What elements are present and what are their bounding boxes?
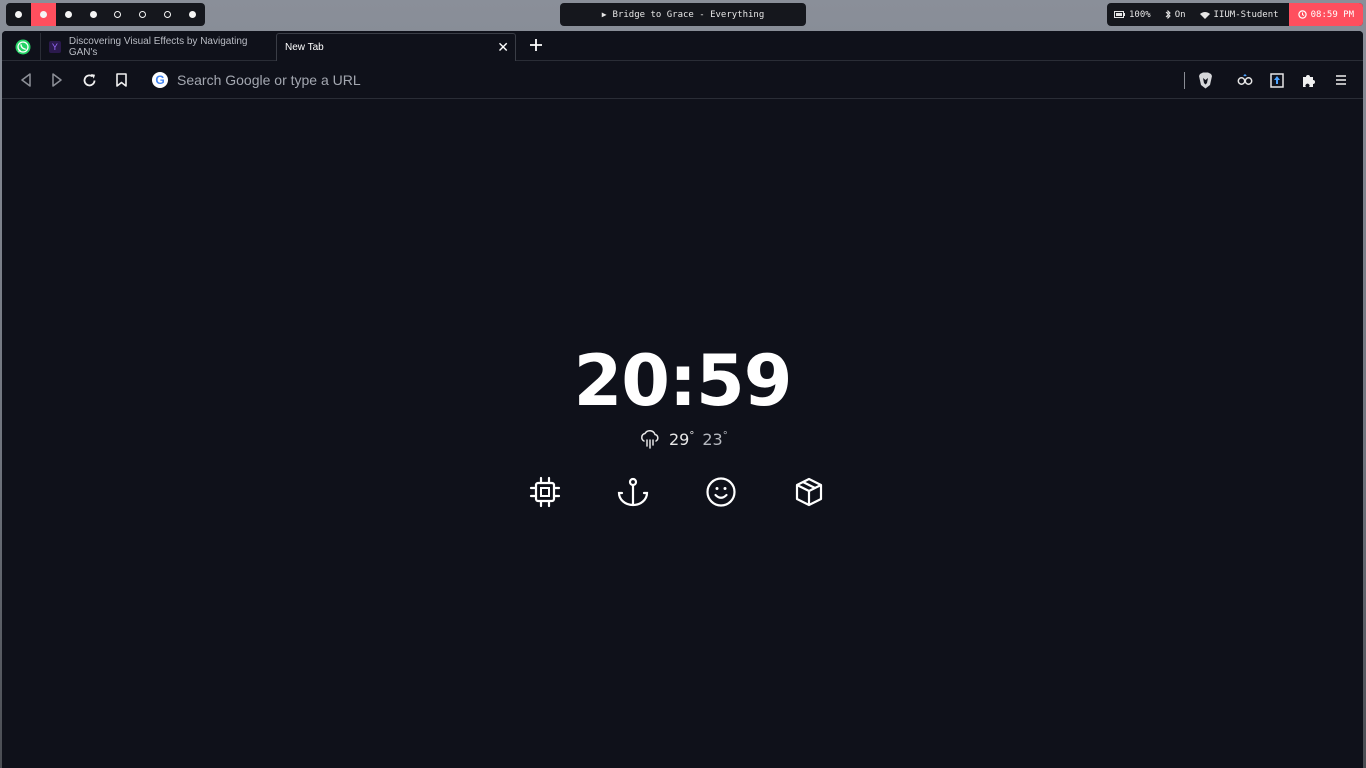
reload-button[interactable] bbox=[79, 70, 99, 90]
clock-icon bbox=[1297, 10, 1307, 19]
whatsapp-icon bbox=[15, 39, 31, 54]
shortcut-row bbox=[529, 476, 825, 508]
forward-icon bbox=[52, 73, 62, 87]
extension-1-button[interactable] bbox=[1235, 70, 1255, 90]
weather-widget: 29° 23° bbox=[639, 429, 728, 449]
gan-favicon: Y bbox=[49, 40, 61, 53]
extension-2-icon bbox=[1270, 72, 1284, 88]
rain-cloud-icon bbox=[641, 429, 659, 449]
status-tray: 100% On IIUM-Student 08:59 PM bbox=[1107, 3, 1363, 26]
workspace-dot bbox=[164, 11, 172, 18]
play-icon[interactable]: ▶ bbox=[602, 10, 607, 19]
tab-title: New Tab bbox=[285, 42, 324, 53]
browser-window: Y Discovering Visual Effects by Navigati… bbox=[2, 31, 1363, 768]
puzzle-icon bbox=[1302, 74, 1315, 87]
wifi-label: IIUM-Student bbox=[1213, 9, 1279, 20]
shortcut-package[interactable] bbox=[793, 476, 825, 508]
smiley-icon bbox=[706, 477, 736, 507]
workspace-dot bbox=[14, 11, 22, 18]
shortcut-anchor[interactable] bbox=[617, 476, 649, 508]
wifi-icon bbox=[1199, 11, 1210, 19]
tab-whatsapp[interactable] bbox=[8, 33, 38, 60]
brave-shield-icon bbox=[1198, 72, 1212, 88]
clock-label: 08:59 PM bbox=[1310, 9, 1354, 20]
newtab-clock: 20:59 bbox=[573, 340, 793, 422]
omnibox-input[interactable] bbox=[177, 72, 777, 88]
battery-icon bbox=[1114, 11, 1125, 18]
anchor-icon bbox=[617, 477, 649, 507]
workspace-8[interactable] bbox=[180, 3, 205, 26]
cpu-icon bbox=[529, 476, 561, 508]
google-icon: G bbox=[152, 72, 168, 88]
plus-icon bbox=[530, 39, 542, 51]
extensions-button[interactable] bbox=[1299, 70, 1319, 90]
workspace-switcher bbox=[6, 3, 205, 26]
shortcut-smiley[interactable] bbox=[705, 476, 737, 508]
weather-low: 23 bbox=[702, 429, 723, 449]
forward-button[interactable] bbox=[47, 70, 67, 90]
workspace-2[interactable] bbox=[30, 3, 56, 26]
back-icon bbox=[21, 73, 31, 87]
brave-shields-button[interactable] bbox=[1195, 70, 1215, 90]
media-title: Bridge to Grace - Everything bbox=[612, 9, 765, 20]
close-tab-icon[interactable]: ✕ bbox=[497, 39, 509, 56]
workspace-dot bbox=[64, 11, 72, 18]
workspace-dot bbox=[189, 11, 197, 18]
system-clock[interactable]: 08:59 PM bbox=[1288, 3, 1363, 26]
menu-icon bbox=[1336, 75, 1346, 85]
workspace-1[interactable] bbox=[6, 3, 31, 26]
menu-button[interactable] bbox=[1331, 70, 1351, 90]
wifi-indicator[interactable]: IIUM-Student bbox=[1193, 10, 1286, 20]
new-tab-button[interactable] bbox=[526, 34, 546, 56]
workspace-3[interactable] bbox=[56, 3, 81, 26]
tab-title: Discovering Visual Effects by Navigating… bbox=[68, 35, 248, 58]
toolbar-divider bbox=[1184, 72, 1185, 89]
workspace-dot bbox=[114, 11, 122, 18]
degree-symbol: ° bbox=[722, 430, 728, 442]
tab-strip: Y Discovering Visual Effects by Navigati… bbox=[2, 31, 1363, 61]
tab-gan-article[interactable]: Y Discovering Visual Effects by Navigati… bbox=[40, 33, 276, 60]
battery-indicator[interactable]: 100% bbox=[1107, 10, 1158, 20]
battery-label: 100% bbox=[1129, 9, 1151, 20]
degree-symbol: ° bbox=[689, 430, 695, 442]
workspace-5[interactable] bbox=[106, 3, 131, 26]
workspace-dot bbox=[139, 11, 147, 18]
bookmark-icon bbox=[115, 73, 127, 87]
tab-new-tab[interactable]: New Tab ✕ bbox=[276, 33, 516, 61]
reload-icon bbox=[83, 73, 95, 86]
bluetooth-indicator[interactable]: On bbox=[1158, 10, 1193, 20]
shortcut-cpu[interactable] bbox=[529, 476, 561, 508]
workspace-6[interactable] bbox=[130, 3, 155, 26]
workspace-4[interactable] bbox=[81, 3, 106, 26]
weather-high: 29 bbox=[669, 429, 690, 449]
package-icon bbox=[795, 477, 823, 507]
address-bar[interactable]: G bbox=[152, 70, 777, 90]
bluetooth-label: On bbox=[1174, 9, 1186, 20]
workspace-dot bbox=[39, 11, 47, 18]
extension-2-button[interactable] bbox=[1267, 70, 1287, 90]
extension-1-icon bbox=[1237, 74, 1253, 85]
bookmark-button[interactable] bbox=[111, 70, 131, 90]
browser-toolbar: G bbox=[2, 61, 1363, 99]
media-player[interactable]: ▶ Bridge to Grace - Everything bbox=[560, 3, 806, 26]
workspace-7[interactable] bbox=[155, 3, 180, 26]
workspace-dot bbox=[89, 11, 97, 18]
bluetooth-icon bbox=[1165, 10, 1171, 19]
back-button[interactable] bbox=[16, 70, 36, 90]
